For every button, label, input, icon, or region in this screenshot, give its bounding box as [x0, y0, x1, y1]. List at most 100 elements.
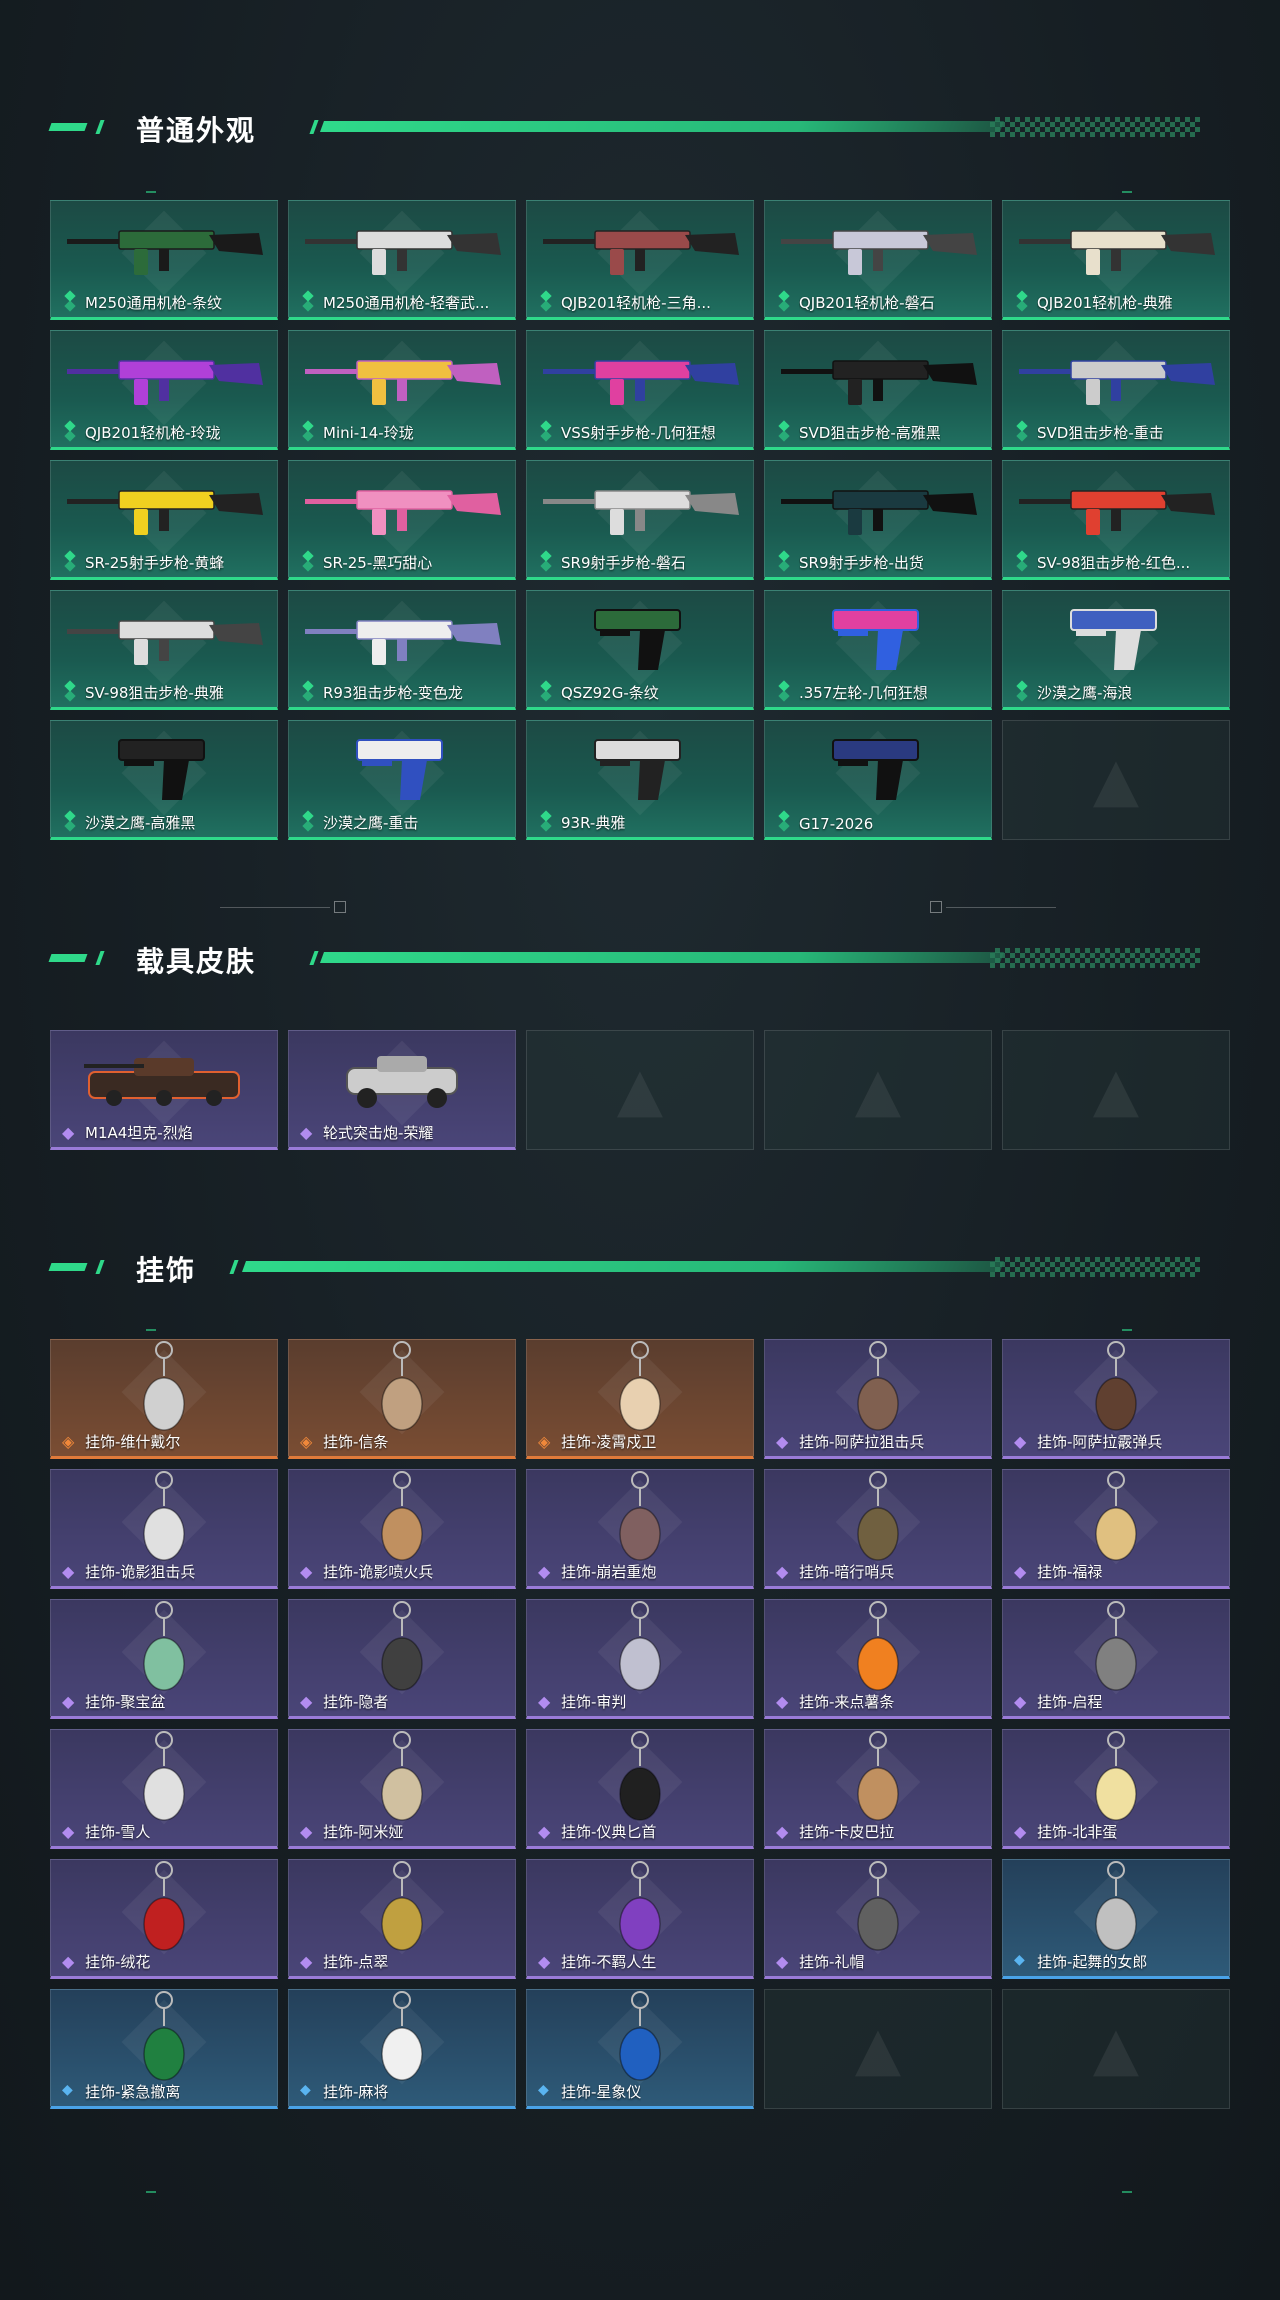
charm-card[interactable]: 挂饰-隐者: [288, 1599, 516, 1719]
charm-card[interactable]: 挂饰-礼帽: [764, 1859, 992, 1979]
charm-card[interactable]: 挂饰-阿萨拉狙击兵: [764, 1339, 992, 1459]
rarity-icon: [777, 816, 791, 830]
rarity-icon: [776, 1562, 791, 1581]
weapon-card[interactable]: QSZ92G-条纹: [526, 590, 754, 710]
charm-name: 挂饰-维什戴尔: [85, 1433, 181, 1451]
charm-card[interactable]: 挂饰-聚宝盆: [50, 1599, 278, 1719]
charm-card[interactable]: 挂饰-点翠: [288, 1859, 516, 1979]
weapon-card[interactable]: QJB201轻机枪-三角...: [526, 200, 754, 320]
divider-square: [334, 901, 346, 913]
charm-name: 挂饰-阿萨拉霰弹兵: [1037, 1433, 1163, 1451]
charm-card[interactable]: 挂饰-紧急撤离: [50, 1989, 278, 2109]
placeholder-logo-icon: ▲: [854, 1055, 902, 1125]
header-checker: [990, 117, 1200, 137]
rarity-icon: [538, 2082, 553, 2099]
weapon-image: [773, 213, 983, 287]
weapon-card[interactable]: 93R-典雅: [526, 720, 754, 840]
header-checker: [990, 1257, 1200, 1277]
placeholder-logo-icon: ▲: [1092, 1055, 1140, 1125]
empty-slot: ▲: [1002, 1030, 1230, 1150]
weapon-card[interactable]: SV-98狙击步枪-红色...: [1002, 460, 1230, 580]
weapon-name: QSZ92G-条纹: [561, 684, 659, 702]
charm-card[interactable]: 挂饰-卡皮巴拉: [764, 1729, 992, 1849]
charm-card[interactable]: 挂饰-启程: [1002, 1599, 1230, 1719]
weapon-name: SR9射手步枪-磐石: [561, 554, 686, 572]
charm-card[interactable]: 挂饰-诡影喷火兵: [288, 1469, 516, 1589]
weapon-card[interactable]: SR-25-黑巧甜心: [288, 460, 516, 580]
weapon-card[interactable]: 沙漠之鹰-海浪: [1002, 590, 1230, 710]
weapon-card[interactable]: SVD狙击步枪-高雅黑: [764, 330, 992, 450]
rarity-icon: [63, 686, 77, 700]
weapon-card[interactable]: QJB201轻机枪-典雅: [1002, 200, 1230, 320]
vehicle-image: [327, 1038, 477, 1122]
charm-card[interactable]: 挂饰-审判: [526, 1599, 754, 1719]
weapon-card[interactable]: 沙漠之鹰-重击: [288, 720, 516, 840]
weapon-card[interactable]: SV-98狙击步枪-典雅: [50, 590, 278, 710]
rarity-icon: [62, 1123, 77, 1142]
charm-card[interactable]: 挂饰-阿米娅: [288, 1729, 516, 1849]
charm-name: 挂饰-起舞的女郎: [1037, 1953, 1148, 1971]
weapon-card[interactable]: 沙漠之鹰-高雅黑: [50, 720, 278, 840]
charm-card[interactable]: 挂饰-崩岩重炮: [526, 1469, 754, 1589]
header-checker: [990, 948, 1200, 968]
charm-card[interactable]: 挂饰-阿萨拉霰弹兵: [1002, 1339, 1230, 1459]
charm-card[interactable]: 挂饰-星象仪: [526, 1989, 754, 2109]
weapon-card[interactable]: QJB201轻机枪-磐石: [764, 200, 992, 320]
charm-card[interactable]: 挂饰-诡影狙击兵: [50, 1469, 278, 1589]
charm-name: 挂饰-不羁人生: [561, 1953, 657, 1971]
charm-name: 挂饰-礼帽: [799, 1953, 865, 1971]
rarity-icon: [539, 426, 553, 440]
charm-card[interactable]: 挂饰-福禄: [1002, 1469, 1230, 1589]
rarity-icon: [776, 1692, 791, 1711]
weapon-card[interactable]: R93狙击步枪-变色龙: [288, 590, 516, 710]
weapon-card[interactable]: SR9射手步枪-出货: [764, 460, 992, 580]
charm-name: 挂饰-卡皮巴拉: [799, 1823, 895, 1841]
footer-decoration: [1122, 2191, 1132, 2193]
weapon-image: [818, 598, 938, 682]
rarity-icon: [300, 1432, 315, 1451]
weapon-card[interactable]: Mini-14-玲珑: [288, 330, 516, 450]
charm-card[interactable]: 挂饰-不羁人生: [526, 1859, 754, 1979]
weapon-image: [297, 343, 507, 417]
weapon-card[interactable]: SVD狙击步枪-重击: [1002, 330, 1230, 450]
vehicle-name: 轮式突击炮-荣耀: [323, 1124, 434, 1142]
charm-name: 挂饰-审判: [561, 1693, 627, 1711]
weapon-card[interactable]: M250通用机枪-条纹: [50, 200, 278, 320]
weapon-card[interactable]: QJB201轻机枪-玲珑: [50, 330, 278, 450]
header-line: [319, 952, 1005, 963]
section-divider: [0, 897, 1280, 917]
rarity-icon: [776, 1952, 791, 1971]
rarity-icon: [301, 426, 315, 440]
charm-card[interactable]: 挂饰-来点薯条: [764, 1599, 992, 1719]
weapon-card[interactable]: M250通用机枪-轻奢武...: [288, 200, 516, 320]
charm-card[interactable]: 挂饰-麻将: [288, 1989, 516, 2109]
charm-name: 挂饰-仪典匕首: [561, 1823, 657, 1841]
charm-card[interactable]: 挂饰-维什戴尔: [50, 1339, 278, 1459]
vehicle-card[interactable]: M1A4坦克-烈焰: [50, 1030, 278, 1150]
rarity-icon: [1014, 1952, 1029, 1969]
charm-card[interactable]: 挂饰-起舞的女郎: [1002, 1859, 1230, 1979]
charm-card[interactable]: 挂饰-凌霄戍卫: [526, 1339, 754, 1459]
rarity-icon: [63, 296, 77, 310]
rarity-icon: [300, 1562, 315, 1581]
weapon-card[interactable]: G17-2026: [764, 720, 992, 840]
weapon-card[interactable]: SR9射手步枪-磐石: [526, 460, 754, 580]
charm-card[interactable]: 挂饰-仪典匕首: [526, 1729, 754, 1849]
weapon-card[interactable]: SR-25射手步枪-黄蜂: [50, 460, 278, 580]
weapon-card[interactable]: VSS射手步枪-几何狂想: [526, 330, 754, 450]
weapon-image: [297, 603, 507, 677]
charm-card[interactable]: 挂饰-暗行哨兵: [764, 1469, 992, 1589]
weapon-image: [59, 603, 269, 677]
weapon-name: 沙漠之鹰-海浪: [1037, 684, 1133, 702]
charm-card[interactable]: 挂饰-信条: [288, 1339, 516, 1459]
weapon-image: [535, 473, 745, 547]
rarity-icon: [301, 686, 315, 700]
weapon-name: M250通用机枪-条纹: [85, 294, 222, 312]
charm-card[interactable]: 挂饰-雪人: [50, 1729, 278, 1849]
rarity-icon: [539, 686, 553, 700]
charm-card[interactable]: 挂饰-北非蛋: [1002, 1729, 1230, 1849]
charm-card[interactable]: 挂饰-绒花: [50, 1859, 278, 1979]
weapon-card[interactable]: .357左轮-几何狂想: [764, 590, 992, 710]
vehicle-card[interactable]: 轮式突击炮-荣耀: [288, 1030, 516, 1150]
charm-name: 挂饰-点翠: [323, 1953, 389, 1971]
